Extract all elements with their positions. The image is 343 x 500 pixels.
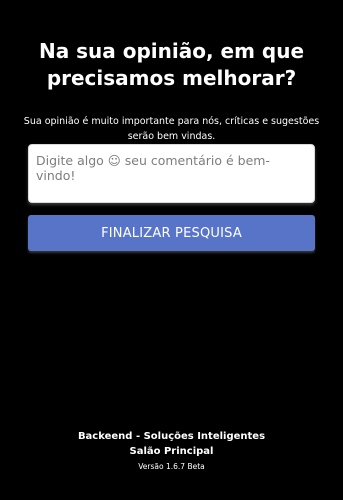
footer: Backeend - Soluções Inteligentes Salão P…: [0, 429, 343, 473]
survey-question: Na sua opinião, em que precisamos melhor…: [38, 39, 305, 90]
survey-description: Sua opinião é muito importante para nós,…: [23, 116, 320, 142]
finish-survey-button[interactable]: FINALIZAR PESQUISA: [28, 215, 315, 251]
comment-input[interactable]: [28, 144, 315, 203]
footer-version: Versão 1.6.7 Beta: [138, 462, 205, 471]
footer-company: Backeend - Soluções Inteligentes: [77, 431, 266, 442]
footer-location: Salão Principal: [129, 446, 214, 457]
